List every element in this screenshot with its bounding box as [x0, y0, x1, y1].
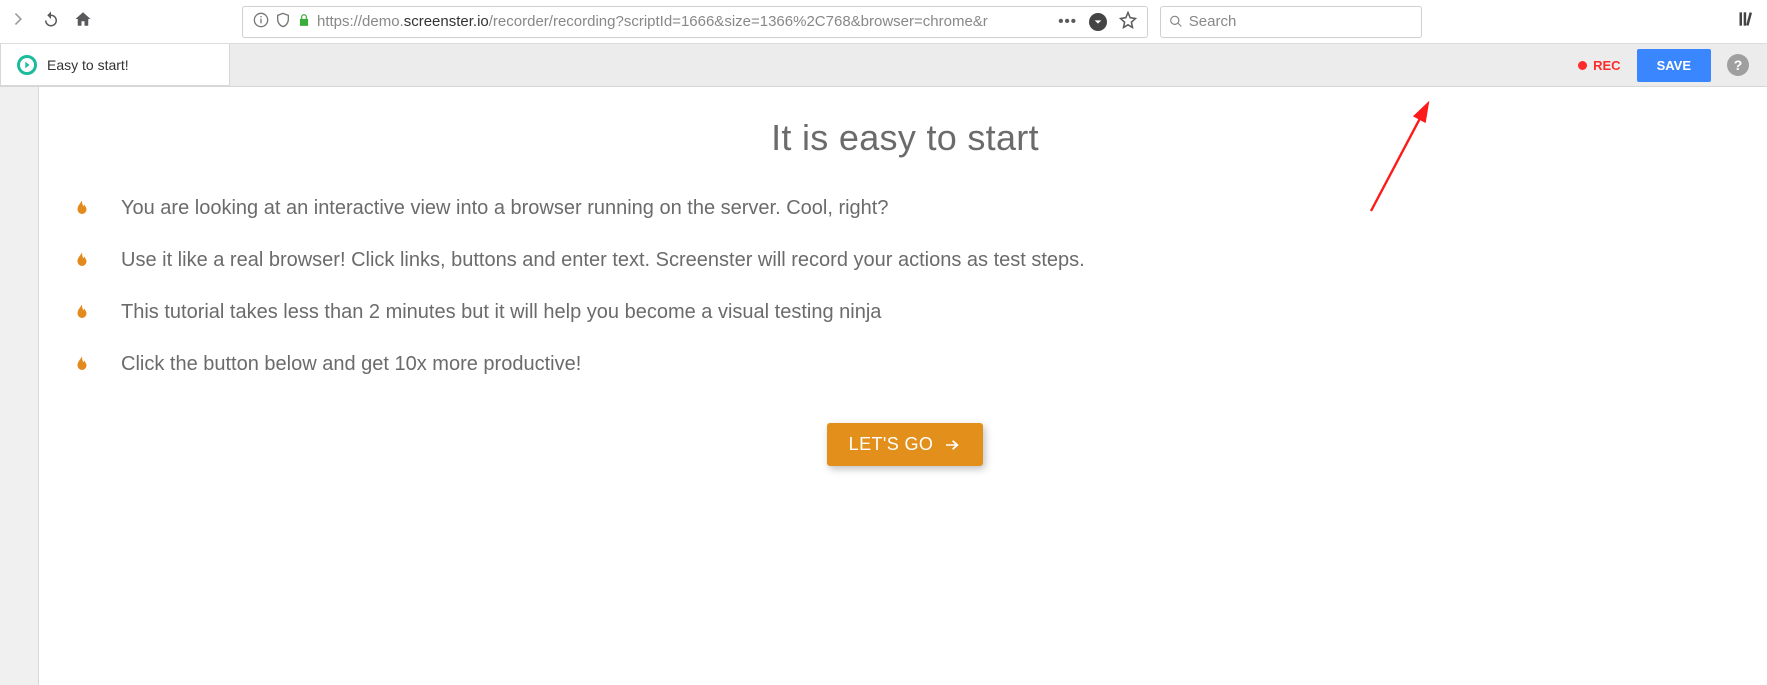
list-item: Use it like a real browser! Click links,… — [73, 249, 1737, 277]
browser-chrome: https://demo.screenster.io/recorder/reco… — [0, 0, 1767, 44]
save-button[interactable]: SAVE — [1637, 49, 1711, 82]
rec-indicator[interactable]: REC — [1578, 58, 1620, 73]
page-title: It is easy to start — [73, 117, 1737, 159]
lock-icon — [297, 13, 311, 30]
help-icon[interactable]: ? — [1727, 54, 1749, 76]
bullet-list: You are looking at an interactive view i… — [73, 197, 1737, 381]
nav-icons — [10, 10, 92, 33]
home-icon[interactable] — [74, 10, 92, 33]
page-actions-icon[interactable]: ••• — [1058, 13, 1077, 30]
search-input[interactable] — [1189, 13, 1413, 30]
info-icon[interactable] — [253, 12, 269, 32]
pocket-icon[interactable] — [1089, 13, 1107, 31]
reload-icon[interactable] — [42, 10, 60, 33]
tab-label: Easy to start! — [47, 57, 129, 73]
record-dot-icon — [1578, 61, 1587, 70]
cta-label: LET'S GO — [849, 434, 934, 455]
search-bar[interactable] — [1160, 6, 1422, 38]
list-item: You are looking at an interactive view i… — [73, 197, 1737, 225]
recorded-page-viewport: It is easy to start You are looking at a… — [38, 87, 1767, 685]
list-item: Click the button below and get 10x more … — [73, 353, 1737, 381]
fire-icon — [73, 197, 93, 225]
rec-label: REC — [1593, 58, 1620, 73]
arrow-right-circle-icon — [17, 55, 37, 75]
tab-easy-to-start[interactable]: Easy to start! — [0, 44, 230, 86]
lets-go-button[interactable]: LET'S GO — [827, 423, 984, 466]
forward-icon[interactable] — [10, 10, 28, 33]
arrow-right-icon — [943, 436, 961, 454]
fire-icon — [73, 301, 93, 329]
shield-icon[interactable] — [275, 12, 291, 32]
list-item: This tutorial takes less than 2 minutes … — [73, 301, 1737, 329]
address-bar[interactable]: https://demo.screenster.io/recorder/reco… — [242, 6, 1148, 38]
url-text: https://demo.screenster.io/recorder/reco… — [317, 13, 988, 30]
fire-icon — [73, 249, 93, 277]
fire-icon — [73, 353, 93, 381]
app-toolbar: Easy to start! REC SAVE ? — [0, 44, 1767, 87]
bookmark-star-icon[interactable] — [1119, 11, 1137, 33]
library-icon[interactable] — [1737, 9, 1757, 34]
